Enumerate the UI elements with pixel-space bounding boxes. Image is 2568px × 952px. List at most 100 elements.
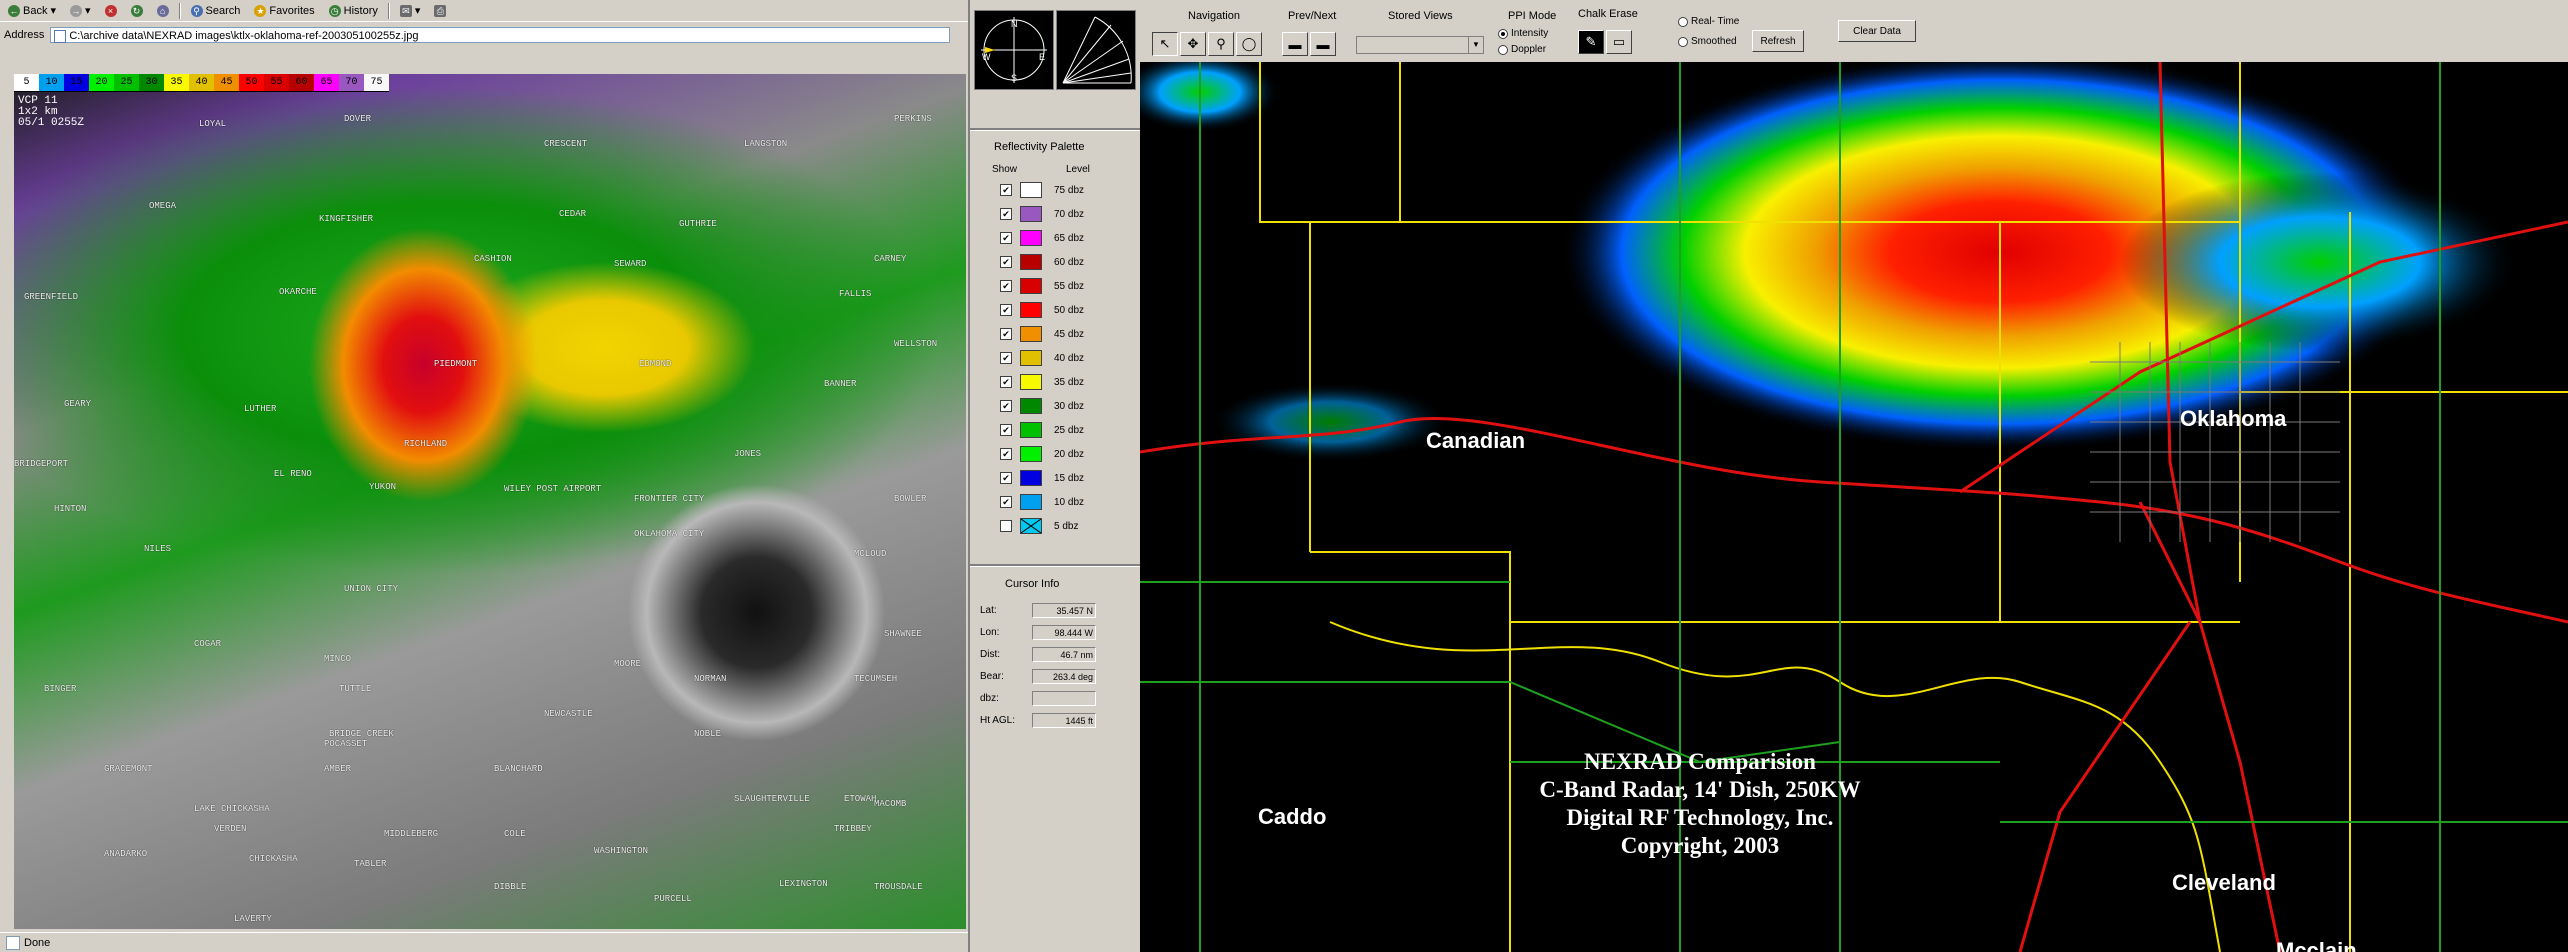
prev-icon: ▬ xyxy=(1288,36,1302,52)
palette-show-checkbox[interactable]: ✔ xyxy=(1000,280,1012,292)
town-label: OKLAHOMA CITY xyxy=(634,529,705,539)
palette-color-swatch[interactable] xyxy=(1020,374,1042,390)
address-input[interactable]: C:\archive data\NEXRAD images\ktlx-oklah… xyxy=(50,27,951,43)
palette-show-checkbox[interactable]: ✔ xyxy=(1000,184,1012,196)
cursor-info-row: Lon: 98.444 W xyxy=(980,622,1130,642)
back-button[interactable]: ← Back ▾ xyxy=(4,2,60,20)
zoom-tool-button[interactable]: ⚲ xyxy=(1208,32,1234,56)
palette-row: ✔ 65 dbz xyxy=(1000,226,1120,250)
town-label: AMBER xyxy=(324,764,352,774)
palette-color-swatch[interactable] xyxy=(1020,398,1042,414)
smoothed-radio[interactable]: Smoothed xyxy=(1678,36,1737,47)
real-time-radio[interactable]: Real- Time xyxy=(1678,16,1739,27)
town-label: TROUSDALE xyxy=(874,882,923,892)
palette-color-swatch[interactable] xyxy=(1020,278,1042,294)
palette-show-checkbox[interactable]: ✔ xyxy=(1000,208,1012,220)
palette-color-swatch[interactable] xyxy=(1020,494,1042,510)
pointer-tool-button[interactable]: ↖ xyxy=(1152,32,1178,56)
palette-color-swatch[interactable] xyxy=(1020,446,1042,462)
town-label: NOBLE xyxy=(694,729,722,739)
town-label: FALLIS xyxy=(839,289,872,299)
browser-toolbar: ← Back ▾ → ▾ × ↻ ⌂ ⚲ Search ★ Favorites ◷ Hist… xyxy=(0,0,968,22)
county-label-caddo: Caddo xyxy=(1258,804,1327,829)
favorites-icon: ★ xyxy=(254,4,267,17)
address-bar: Address C:\archive data\NEXRAD images\kt… xyxy=(0,24,968,46)
dbz-scale-cell: 5 xyxy=(14,74,39,91)
palette-color-swatch[interactable] xyxy=(1020,182,1042,198)
history-button[interactable]: ◷ History xyxy=(325,2,382,20)
palette-show-checkbox[interactable]: ✔ xyxy=(1000,472,1012,484)
palette-row: ✔ 50 dbz xyxy=(1000,298,1120,322)
page-status-icon xyxy=(6,935,20,950)
palette-show-checkbox[interactable]: ✔ xyxy=(1000,376,1012,388)
palette-show-checkbox[interactable]: ✔ xyxy=(1000,256,1012,268)
palette-color-swatch[interactable] xyxy=(1020,422,1042,438)
elevation-fan-widget[interactable] xyxy=(1056,10,1136,90)
palette-show-checkbox[interactable]: ✔ xyxy=(1000,352,1012,364)
home-button[interactable]: ⌂ xyxy=(153,2,173,20)
forward-button[interactable]: → ▾ xyxy=(66,2,95,20)
palette-color-swatch[interactable] xyxy=(1020,350,1042,366)
palette-color-swatch[interactable] xyxy=(1020,470,1042,486)
compass-widget[interactable]: N S E W xyxy=(974,10,1054,90)
clear-data-button[interactable]: Clear Data xyxy=(1838,20,1916,42)
palette-show-checkbox[interactable]: ✔ xyxy=(1000,304,1012,316)
palette-show-checkbox[interactable]: ✔ xyxy=(1000,232,1012,244)
pan-icon: ✥ xyxy=(1187,36,1199,51)
palette-show-checkbox[interactable]: ✔ xyxy=(1000,496,1012,508)
dbz-scale-cell: 65 xyxy=(314,74,339,91)
back-arrow-icon: ← xyxy=(8,4,20,17)
next-button[interactable]: ▬ xyxy=(1310,32,1336,56)
palette-color-swatch[interactable] xyxy=(1020,518,1042,534)
town-label: CARNEY xyxy=(874,254,907,264)
palette-color-swatch[interactable] xyxy=(1020,326,1042,342)
palette-level-label: 40 dbz xyxy=(1054,352,1085,364)
palette-color-swatch[interactable] xyxy=(1020,302,1042,318)
palette-show-checkbox[interactable]: ✔ xyxy=(1000,448,1012,460)
refresh-button[interactable]: Refresh xyxy=(1752,30,1804,52)
county-label-oklahoma: Oklahoma xyxy=(2180,406,2287,431)
compass-icon: N S E W xyxy=(981,17,1047,83)
cursor-info-row: Lat: 35.457 N xyxy=(980,600,1130,620)
print-button[interactable]: ⎙ xyxy=(430,2,450,20)
search-button[interactable]: ⚲ Search xyxy=(187,2,245,20)
refresh-page-button[interactable]: ↻ xyxy=(127,2,147,20)
zoom-icon: ⚲ xyxy=(1216,36,1226,51)
panel-divider xyxy=(970,564,1140,567)
town-label: EDMOND xyxy=(639,359,672,369)
favorites-button[interactable]: ★ Favorites xyxy=(250,2,318,20)
intensity-radio[interactable]: Intensity xyxy=(1498,28,1548,39)
town-label: WASHINGTON xyxy=(594,846,649,856)
stop-button[interactable]: × xyxy=(101,2,121,20)
town-label: KINGFISHER xyxy=(319,214,374,224)
town-label: LAVERTY xyxy=(234,914,272,924)
town-label: VERDEN xyxy=(214,824,247,834)
pan-tool-button[interactable]: ✥ xyxy=(1180,32,1206,56)
prev-button[interactable]: ▬ xyxy=(1282,32,1308,56)
stored-views-select[interactable]: ▼ xyxy=(1356,36,1484,54)
town-label: TUTTLE xyxy=(339,684,372,694)
palette-show-checkbox[interactable]: ✔ xyxy=(1000,328,1012,340)
town-label: PURCELL xyxy=(654,894,692,904)
radar-map[interactable]: Canadian Oklahoma Caddo Cleveland Mcclai… xyxy=(1140,62,2568,952)
palette-show-checkbox[interactable]: ✔ xyxy=(1000,424,1012,436)
address-value: C:\archive data\NEXRAD images\ktlx-oklah… xyxy=(69,30,419,42)
palette-color-swatch[interactable] xyxy=(1020,230,1042,246)
globe-tool-button[interactable]: ◯ xyxy=(1236,32,1262,56)
elevation-fan-icon xyxy=(1062,16,1132,84)
cursor-info-title: Cursor Info xyxy=(1005,578,1060,590)
dbz-scale-cell: 50 xyxy=(239,74,264,91)
palette-show-checkbox[interactable] xyxy=(1000,520,1012,532)
mail-button[interactable]: ✉ ▾ xyxy=(396,2,425,20)
town-label: COLE xyxy=(504,829,526,839)
palette-color-swatch[interactable] xyxy=(1020,206,1042,222)
dbz-scale-cell: 55 xyxy=(264,74,289,91)
palette-show-checkbox[interactable]: ✔ xyxy=(1000,400,1012,412)
erase-button[interactable]: ▭ xyxy=(1606,30,1632,54)
palette-row: ✔ 45 dbz xyxy=(1000,322,1120,346)
palette-color-swatch[interactable] xyxy=(1020,254,1042,270)
cursor-info-row: dbz: xyxy=(980,688,1130,708)
doppler-radio[interactable]: Doppler xyxy=(1498,44,1546,55)
vcp-info: VCP 11 1x2 km 05/1 0255Z xyxy=(18,96,84,129)
chalk-button[interactable]: ✎ xyxy=(1578,30,1604,54)
